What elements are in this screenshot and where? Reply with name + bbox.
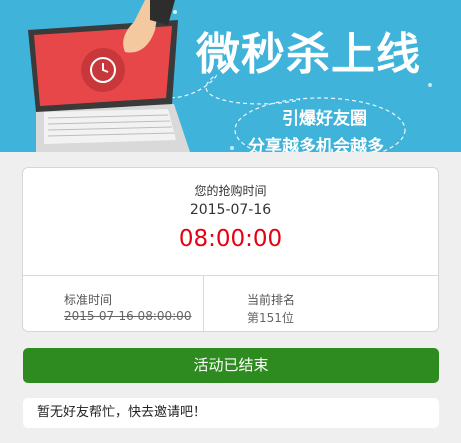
purchase-time-label: 您的抢购时间 (194, 184, 267, 198)
standard-time-label: 标准时间 (64, 293, 113, 307)
rank-value: 第151位 (247, 311, 294, 325)
rank-label: 当前排名 (247, 293, 296, 307)
purchase-date: 2015-07-16 (189, 202, 272, 218)
banner-tagline: 引爆好友圈 (282, 109, 367, 129)
banner-tagline-secondary: 分享越多机会越多 (248, 137, 384, 152)
friends-help-notice: 暂无好友帮忙，快去邀请吧！ (23, 398, 439, 428)
standard-time-value: 2015-07-16 08:00:00 (64, 309, 192, 323)
standard-time-cell: 标准时间 2015-07-16 08:00:00 (23, 276, 204, 332)
card-details-row: 标准时间 2015-07-16 08:00:00 当前排名 第151位 (23, 276, 438, 332)
purchase-clock: 08:00:00 (178, 226, 283, 252)
rank-cell: 当前排名 第151位 (204, 276, 439, 332)
activity-ended-button[interactable]: 活动已结束 (23, 348, 439, 383)
promo-banner: 微秒杀上线 引爆好友圈 分享越多机会越多 (0, 0, 461, 152)
purchase-info-card: 您的抢购时间 2015-07-16 08:00:00 标准时间 2015-07-… (22, 167, 439, 332)
banner-title: 微秒杀上线 (196, 29, 421, 80)
purchase-time-section: 您的抢购时间 2015-07-16 08:00:00 (23, 168, 438, 276)
